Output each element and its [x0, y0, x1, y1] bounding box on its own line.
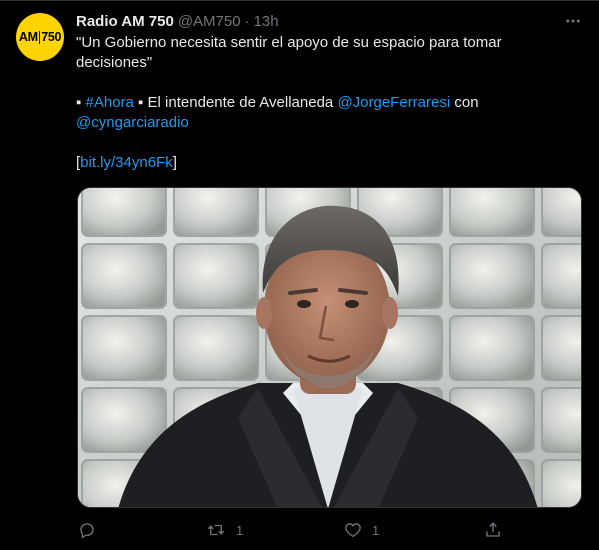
- separator: ·: [244, 12, 250, 30]
- heart-icon: [345, 523, 361, 538]
- glass-block: [449, 243, 535, 309]
- hashtag-link[interactable]: #Ahora: [86, 94, 134, 111]
- more-button[interactable]: [561, 9, 585, 33]
- avatar[interactable]: AM 750: [16, 13, 64, 61]
- glass-block: [173, 243, 259, 309]
- reply-button[interactable]: [78, 518, 106, 542]
- glass-block: [449, 315, 535, 381]
- am750-logo: AM 750: [18, 30, 62, 44]
- mention-link[interactable]: @cyngarciaradio: [76, 114, 189, 131]
- like-button[interactable]: 1: [344, 518, 379, 542]
- more-dots-icon: [566, 19, 580, 23]
- glass-block: [449, 188, 535, 237]
- connector-text: con: [454, 94, 479, 111]
- reply-icon: [80, 523, 94, 539]
- tweet-header-wrap: Radio AM 750 @AM750 · 13h: [76, 11, 586, 31]
- logo-text-left: AM: [18, 30, 38, 44]
- logo-text-right: 750: [41, 30, 62, 44]
- url-link[interactable]: bit.ly/34yn6Fk: [80, 154, 173, 171]
- glass-block: [541, 387, 581, 453]
- quote-line: "Un Gobierno necesita sentir el apoyo de…: [76, 34, 502, 71]
- glass-block: [81, 188, 167, 237]
- glass-block: [173, 188, 259, 237]
- photo-man-glass-blocks: [78, 188, 581, 507]
- mention-link[interactable]: @JorgeFerraresi: [337, 94, 450, 111]
- logo-divider: [38, 30, 41, 44]
- retweet-icon: [207, 524, 225, 536]
- share-icon: [486, 522, 500, 537]
- glass-block: [81, 315, 167, 381]
- description-text: El intendente de Avellaneda: [147, 94, 334, 111]
- tweet[interactable]: AM 750 Radio AM 750 @AM750 · 13h "Un Gob…: [0, 0, 599, 550]
- link-line: [bit.ly/34yn6Fk]: [76, 153, 581, 173]
- retweet-count: 1: [236, 522, 244, 538]
- tweet-header: Radio AM 750 @AM750 · 13h: [76, 11, 586, 31]
- retweet-button[interactable]: 1: [206, 518, 243, 542]
- glass-block: [173, 315, 259, 381]
- glass-block: [541, 315, 581, 381]
- bullet: ▪: [138, 94, 144, 111]
- account-handle[interactable]: @AM750: [178, 13, 241, 30]
- glass-block: [541, 188, 581, 237]
- glass-block: [81, 243, 167, 309]
- tweet-photo[interactable]: [77, 187, 582, 508]
- bracket-close: ]: [172, 154, 177, 171]
- glass-block: [541, 243, 581, 309]
- tweet-text: "Un Gobierno necesita sentir el apoyo de…: [76, 33, 581, 173]
- account-name[interactable]: Radio AM 750: [76, 13, 174, 30]
- description-line: ▪ #Ahora ▪ El intendente de Avellaneda @…: [76, 93, 581, 133]
- glass-block: [541, 459, 581, 507]
- bullet: ▪: [76, 94, 82, 111]
- like-count: 1: [372, 522, 380, 538]
- tweet-actions: 1 1: [76, 518, 506, 542]
- share-button[interactable]: [484, 518, 502, 542]
- timestamp[interactable]: 13h: [254, 13, 279, 30]
